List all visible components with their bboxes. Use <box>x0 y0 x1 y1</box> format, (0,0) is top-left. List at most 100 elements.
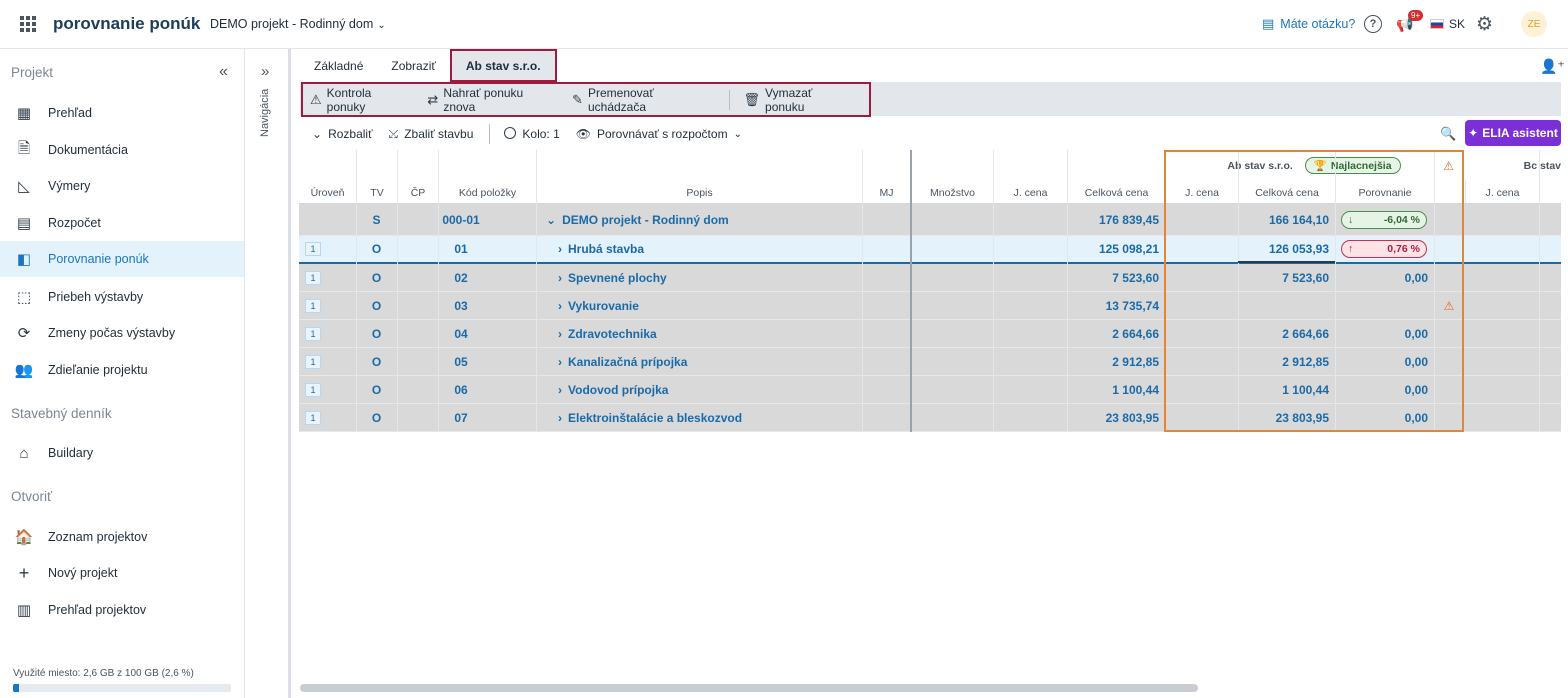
reupload-offer-button[interactable]: ⇄ Nahrať ponuku znova <box>427 86 556 114</box>
table-row[interactable]: 1 O 07 › Elektroinštalácie a bleskozvod 23 80… <box>299 404 1561 432</box>
best-offer-badge: 🏆 Najlacnejšia <box>1304 157 1401 174</box>
desc-cell[interactable]: › Zdravotechnika <box>558 320 858 347</box>
col-cp[interactable]: ČP <box>397 181 438 204</box>
compare-chip-lower: ↓ -6,04 % <box>1341 210 1427 229</box>
table-row[interactable]: 1 O 03 › Vykurovanie 13 735,74 ⚠ <box>299 292 1561 320</box>
desc-cell[interactable]: › Vykurovanie <box>558 292 858 319</box>
total-cell: 13 735,74 <box>1105 298 1159 313</box>
sidebar-item-label: Priebeh výstavby <box>48 290 144 304</box>
section-title-diary: Stavebný denník <box>11 406 112 421</box>
sidebar-item-prehlad[interactable]: ▦ Prehľad <box>0 95 244 131</box>
plus-icon: + <box>18 562 30 583</box>
language-selector[interactable]: SK <box>1430 12 1465 36</box>
chevron-right-icon[interactable]: › <box>558 299 562 313</box>
desc-cell[interactable]: › Kanalizačná prípojka <box>558 348 858 375</box>
settings-button[interactable]: ⚙ <box>1476 12 1493 36</box>
sidebar-item-novy-projekt[interactable]: + Nový projekt <box>0 555 244 591</box>
col-desc[interactable]: Popis <box>536 181 862 204</box>
notifications-button[interactable]: 📢 9+ <box>1396 10 1424 36</box>
check-offer-button[interactable]: ⚠ Kontrola ponuky <box>310 86 411 114</box>
code-cell: 07 <box>454 410 468 425</box>
changes-icon: ⟳ <box>17 325 31 342</box>
bidder-total-cell <box>1238 292 1335 319</box>
col-level[interactable]: Úroveň <box>299 181 356 204</box>
chevron-down-icon: ⌄ <box>377 20 386 31</box>
chevron-right-icon[interactable]: › <box>558 242 562 256</box>
sidebar-item-dokumentacia[interactable]: 🗎 Dokumentácia <box>0 132 244 168</box>
action-label: Nahrať ponuku znova <box>443 85 524 114</box>
sidebar-item-rozpocet[interactable]: ▤ Rozpočet <box>0 205 244 241</box>
table-row[interactable]: S 000-01 ⌄ DEMO projekt - Rodinný dom 176 83… <box>299 204 1561 236</box>
collapse-build-button[interactable]: ⤩ Zbaliť stavbu <box>389 127 474 142</box>
elia-assistant-button[interactable]: ✦ ELIA asistent <box>1465 120 1561 146</box>
expand-all-button[interactable]: ⌄ Rozbaliť <box>312 127 373 141</box>
sidebar-item-zmeny[interactable]: ⟳ Zmeny počas výstavby <box>0 315 244 351</box>
delete-offer-button[interactable]: 🗑 Vymazať ponuku <box>744 86 854 114</box>
collapse-left-icon[interactable]: « <box>219 63 228 81</box>
tab-ab-stav[interactable]: Ab stav s.r.o. <box>449 49 557 82</box>
table-row[interactable]: 1 O 06 › Vodovod prípojka 1 100,44 1 100,44 0,0… <box>299 376 1561 404</box>
col-bidder-compare[interactable]: Porovnanie <box>1335 181 1434 204</box>
divider <box>489 124 491 144</box>
chevron-right-icon[interactable]: › <box>558 411 562 425</box>
round-selector[interactable]: Kolo: 1 <box>504 126 560 142</box>
action-label: Premenovať uchádzača <box>587 85 654 114</box>
toolbar-label: Porovnávať s rozpočtom <box>597 127 728 141</box>
col-mj[interactable]: MJ <box>862 181 910 204</box>
table-row[interactable]: 1 O 04 › Zdravotechnika 2 664,66 2 664,66 0,00 <box>299 320 1561 348</box>
compare-cell: 0,00 <box>1404 382 1428 397</box>
toolbar-label: Rozbaliť <box>328 127 373 141</box>
desc-cell[interactable]: › Elektroinštalácie a bleskozvod <box>558 404 858 431</box>
col-bidder-b-unit[interactable]: J. cena <box>1465 181 1539 204</box>
project-selector[interactable]: DEMO projekt - Rodinný dom ⌄ <box>210 17 386 31</box>
tab-zakladne[interactable]: Základné <box>300 49 377 82</box>
sidebar-item-zdielanie[interactable]: 👥 Zdieľanie projektu <box>0 352 244 388</box>
search-icon[interactable]: 🔍 <box>1440 126 1456 142</box>
desc-cell[interactable]: › Hrubá stavba <box>558 236 858 262</box>
desc-text: Zdravotechnika <box>568 326 657 341</box>
tv-cell: O <box>371 242 382 256</box>
chevron-right-icon[interactable]: › <box>558 355 562 369</box>
level-chip: 1 <box>305 236 321 262</box>
bidder-total-cell: 2 664,66 <box>1282 326 1329 341</box>
desc-cell[interactable]: ⌄ DEMO projekt - Rodinný dom <box>546 204 846 235</box>
help-link[interactable]: ▤ Máte otázku? <box>1262 12 1355 36</box>
tab-zobrazit[interactable]: Zobraziť <box>377 49 450 82</box>
chevron-right-icon[interactable]: › <box>558 327 562 341</box>
user-menu[interactable]: ZE <box>1521 11 1547 37</box>
navigation-label[interactable]: Navigácia <box>259 87 271 137</box>
code-cell: 03 <box>454 298 468 313</box>
table-row[interactable]: 1 O 05 › Kanalizačná prípojka 2 912,85 2 912,8… <box>299 348 1561 376</box>
table-row[interactable]: 1 O 01 › Hrubá stavba 125 098,21 126 053,93 ↑ 0,… <box>299 236 1561 264</box>
col-qty[interactable]: Množstvo <box>911 181 993 204</box>
add-person-icon[interactable]: 👤⁺ <box>1540 58 1565 75</box>
apps-grid-icon[interactable] <box>20 16 36 32</box>
sidebar-item-zoznam-projektov[interactable]: 🏠 Zoznam projektov <box>0 519 244 555</box>
table-row[interactable]: 1 O 02 › Spevnené plochy 7 523,60 7 523,60 0,00 <box>299 264 1561 292</box>
col-total[interactable]: Celková cena <box>1067 181 1165 204</box>
expand-right-icon[interactable]: » <box>261 63 269 80</box>
chevron-right-icon[interactable]: › <box>558 383 562 397</box>
sidebar-item-priebeh-vystavby[interactable]: ⬚ Priebeh výstavby <box>0 279 244 315</box>
desc-cell[interactable]: › Vodovod prípojka <box>558 376 858 403</box>
compare-cell: ↑ 0,76 % <box>1341 236 1431 262</box>
sidebar-item-buildary[interactable]: ⌂ Buildary <box>0 435 244 471</box>
compare-budget-dropdown[interactable]: 👁 Porovnávať s rozpočtom ⌄ <box>576 127 742 141</box>
desc-cell[interactable]: › Spevnené plochy <box>558 264 858 291</box>
col-bidder-unit[interactable]: J. cena <box>1165 181 1238 204</box>
tv-cell: O <box>371 410 382 425</box>
col-bidder-total[interactable]: Celková cena <box>1238 181 1335 204</box>
horizontal-scrollbar[interactable] <box>300 684 1198 692</box>
col-unit-price[interactable]: J. cena <box>993 181 1067 204</box>
action-label: Kontrola ponuky <box>326 85 372 114</box>
sidebar-item-prehlad-projektov[interactable]: ▥ Prehľad projektov <box>0 592 244 628</box>
chevron-right-icon[interactable]: › <box>558 271 562 285</box>
sidebar-item-porovnanie-ponuk[interactable]: ◧ Porovnanie ponúk <box>0 241 244 277</box>
measure-icon: ◺ <box>18 178 30 195</box>
col-tv[interactable]: TV <box>356 181 397 204</box>
rename-bidder-button[interactable]: ✎ Premenovať uchádzača <box>572 86 712 114</box>
help-button[interactable]: ? <box>1364 12 1382 36</box>
chevron-down-icon[interactable]: ⌄ <box>546 213 556 227</box>
col-code[interactable]: Kód položky <box>438 181 536 204</box>
sidebar-item-vymery[interactable]: ◺ Výmery <box>0 168 244 204</box>
